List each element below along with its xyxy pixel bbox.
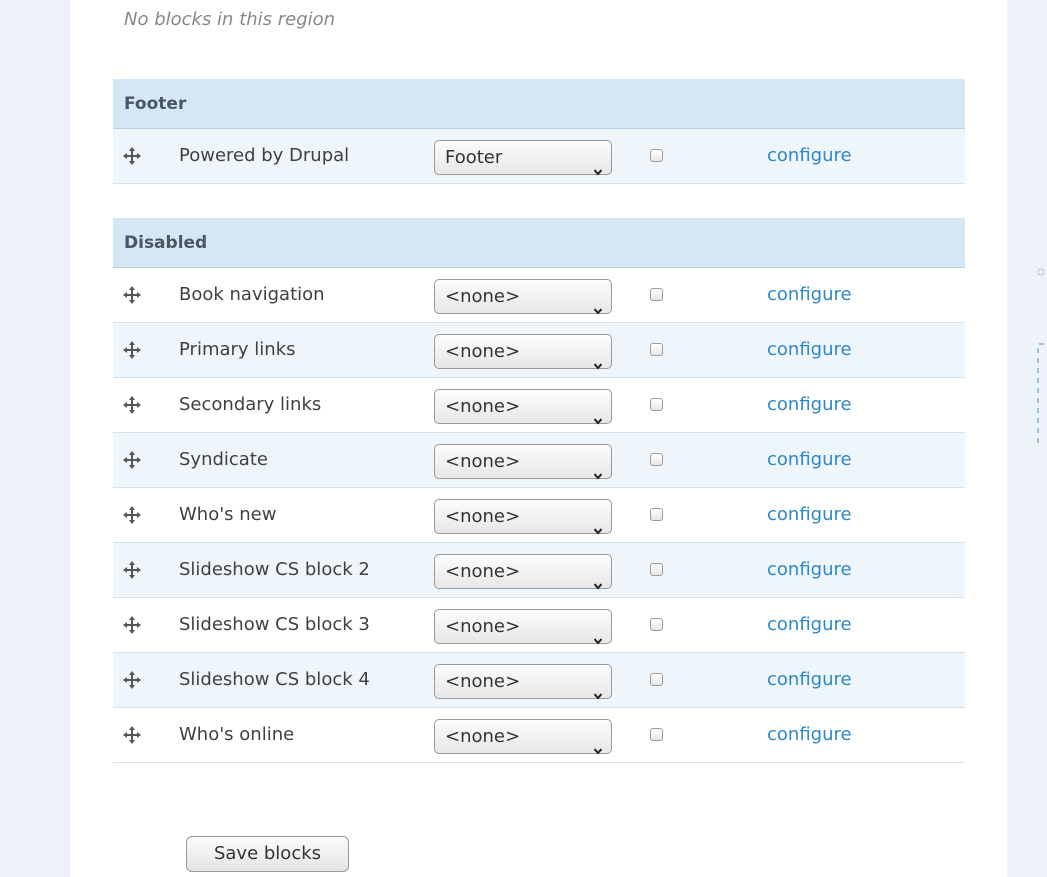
block-title: Who's online <box>179 724 295 745</box>
block-title: Slideshow CS block 3 <box>179 614 370 635</box>
drag-handle-icon[interactable] <box>123 671 141 689</box>
region-select-value: <none> <box>445 286 521 307</box>
side-decoration <box>1037 268 1045 443</box>
block-checkbox[interactable] <box>650 508 663 521</box>
drag-handle-icon[interactable] <box>123 396 141 414</box>
region-select[interactable]: <none> <box>434 499 612 535</box>
block-checkbox[interactable] <box>650 618 663 631</box>
drag-handle-icon[interactable] <box>123 341 141 359</box>
table-row: Primary links <none> configure <box>113 323 965 378</box>
block-checkbox[interactable] <box>650 288 663 301</box>
drag-handle-icon[interactable] <box>123 616 141 634</box>
region-select[interactable]: <none> <box>434 609 612 645</box>
chevron-down-icon <box>593 403 603 425</box>
configure-link[interactable]: configure <box>767 653 852 707</box>
configure-link[interactable]: configure <box>767 433 852 487</box>
region-select[interactable]: <none> <box>434 719 612 755</box>
configure-link[interactable]: configure <box>767 488 852 542</box>
block-checkbox[interactable] <box>650 343 663 356</box>
block-title: Slideshow CS block 4 <box>179 669 370 690</box>
chevron-down-icon <box>593 154 603 176</box>
main-content: No blocks in this region Footer Powered … <box>70 0 1007 877</box>
block-title: Primary links <box>179 339 296 360</box>
region-select[interactable]: <none> <box>434 444 612 480</box>
region-select-value: <none> <box>445 451 521 472</box>
block-title: Syndicate <box>179 449 268 470</box>
empty-region-note: No blocks in this region <box>124 9 336 30</box>
chevron-down-icon <box>593 733 603 755</box>
chevron-down-icon <box>593 348 603 370</box>
drag-handle-icon[interactable] <box>123 451 141 469</box>
table-row: Who's online <none> configure <box>113 708 965 763</box>
chevron-down-icon <box>593 458 603 480</box>
chevron-down-icon <box>593 513 603 535</box>
region-select[interactable]: <none> <box>434 554 612 590</box>
region-footer: Footer Powered by Drupal Footer configur… <box>113 79 965 184</box>
configure-link[interactable]: configure <box>767 378 852 432</box>
configure-link[interactable]: configure <box>767 598 852 652</box>
configure-link[interactable]: configure <box>767 323 852 377</box>
drag-handle-icon[interactable] <box>123 506 141 524</box>
region-select[interactable]: <none> <box>434 664 612 700</box>
table-row: Secondary links <none> configure <box>113 378 965 433</box>
drag-handle-icon[interactable] <box>123 561 141 579</box>
region-select-value: <none> <box>445 671 521 692</box>
table-row: Who's new <none> configure <box>113 488 965 543</box>
table-row: Powered by Drupal Footer configure <box>113 129 965 184</box>
drag-handle-icon[interactable] <box>123 286 141 304</box>
block-checkbox[interactable] <box>650 728 663 741</box>
region-disabled: Disabled Book navigation <none> configure P… <box>113 218 965 763</box>
region-select-value: Footer <box>445 147 503 168</box>
block-checkbox[interactable] <box>650 453 663 466</box>
region-select-value: <none> <box>445 506 521 527</box>
region-select[interactable]: <none> <box>434 279 612 315</box>
block-checkbox[interactable] <box>650 563 663 576</box>
block-checkbox[interactable] <box>650 149 663 162</box>
block-title: Who's new <box>179 504 277 525</box>
block-title: Powered by Drupal <box>179 145 350 166</box>
block-title: Secondary links <box>179 394 322 415</box>
table-row: Slideshow CS block 2 <none> configure <box>113 543 965 598</box>
region-header: Disabled <box>113 218 965 268</box>
region-select[interactable]: Footer <box>434 140 612 176</box>
save-blocks-button[interactable]: Save blocks <box>186 836 349 872</box>
configure-link[interactable]: configure <box>767 268 852 322</box>
block-title: Book navigation <box>179 284 325 305</box>
region-select-value: <none> <box>445 341 521 362</box>
region-header: Footer <box>113 79 965 129</box>
region-select-value: <none> <box>445 726 521 747</box>
block-checkbox[interactable] <box>650 398 663 411</box>
table-row: Book navigation <none> configure <box>113 268 965 323</box>
region-select-value: <none> <box>445 616 521 637</box>
table-row: Slideshow CS block 4 <none> configure <box>113 653 965 708</box>
chevron-down-icon <box>593 623 603 645</box>
configure-link[interactable]: configure <box>767 708 852 762</box>
region-select-value: <none> <box>445 396 521 417</box>
table-row: Slideshow CS block 3 <none> configure <box>113 598 965 653</box>
configure-link[interactable]: configure <box>767 543 852 597</box>
block-checkbox[interactable] <box>650 673 663 686</box>
block-title: Slideshow CS block 2 <box>179 559 370 580</box>
drag-handle-icon[interactable] <box>123 726 141 744</box>
region-select[interactable]: <none> <box>434 334 612 370</box>
chevron-down-icon <box>593 678 603 700</box>
region-select[interactable]: <none> <box>434 389 612 425</box>
table-row: Syndicate <none> configure <box>113 433 965 488</box>
drag-handle-icon[interactable] <box>123 147 141 165</box>
region-select-value: <none> <box>445 561 521 582</box>
configure-link[interactable]: configure <box>767 129 852 183</box>
chevron-down-icon <box>593 568 603 590</box>
chevron-down-icon <box>593 293 603 315</box>
